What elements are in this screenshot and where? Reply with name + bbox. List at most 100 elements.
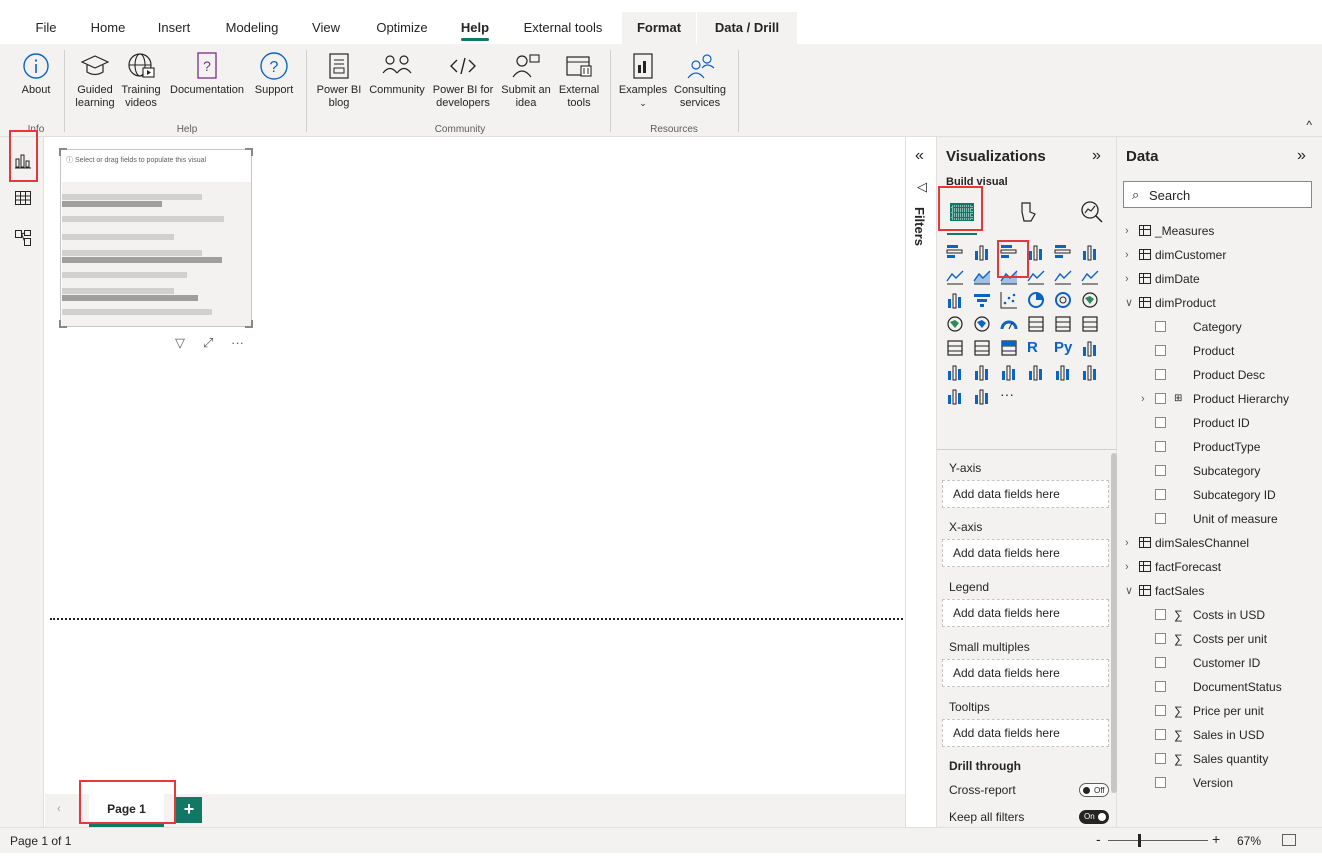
scatter-chart-icon[interactable] (1000, 291, 1018, 309)
developers-button[interactable]: Power BI for developers (430, 48, 496, 110)
x-axis-well[interactable]: Add data fields here (942, 539, 1109, 567)
field-checkbox[interactable] (1155, 657, 1166, 668)
small-multiples-well[interactable]: Add data fields here (942, 659, 1109, 687)
empty-visual-placeholder[interactable]: ⓘ Select or drag fields to populate this… (59, 148, 253, 328)
community-button[interactable]: Community (366, 48, 428, 97)
field-checkbox[interactable] (1155, 513, 1166, 524)
chevrons-icon[interactable] (973, 387, 991, 405)
build-visual-tab[interactable] (945, 195, 979, 229)
chevron-right-icon[interactable]: › (1125, 531, 1129, 555)
filter-icon[interactable]: ▽ (175, 335, 185, 351)
table-node[interactable]: ∨ dimProduct (1117, 291, 1322, 315)
line-clustered-column-icon[interactable] (1027, 267, 1045, 285)
field-row[interactable]: › ⊞ Product Hierarchy (1117, 387, 1322, 411)
matrix-icon[interactable] (1000, 339, 1018, 357)
table-node[interactable]: ∨ factSales (1117, 579, 1322, 603)
resize-handle[interactable] (245, 320, 253, 328)
field-row[interactable]: ProductType (1117, 435, 1322, 459)
qna-icon[interactable] (973, 363, 991, 381)
field-row[interactable]: Product (1117, 339, 1322, 363)
tab-home[interactable]: Home (84, 12, 132, 44)
more-visuals-icon[interactable]: ··· (1000, 387, 1018, 405)
external-tools-button[interactable]: External tools (556, 48, 602, 110)
field-checkbox[interactable] (1155, 777, 1166, 788)
area-chart-icon[interactable] (973, 267, 991, 285)
field-row[interactable]: ∑ Sales in USD (1117, 723, 1322, 747)
table-node[interactable]: › _Measures (1117, 219, 1322, 243)
field-row[interactable]: ∑ Sales quantity (1117, 747, 1322, 771)
field-row[interactable]: Customer ID (1117, 651, 1322, 675)
kpi-icon[interactable] (1081, 315, 1099, 333)
keep-all-filters-toggle[interactable]: On (1079, 810, 1109, 824)
field-checkbox[interactable] (1155, 465, 1166, 476)
decomposition-tree-icon[interactable] (946, 363, 964, 381)
ribbon-chart-icon[interactable] (1081, 267, 1099, 285)
about-button[interactable]: About (16, 48, 56, 97)
search-input[interactable]: ⌕ Search (1123, 181, 1312, 208)
field-row[interactable]: Product ID (1117, 411, 1322, 435)
waterfall-chart-icon[interactable] (946, 291, 964, 309)
tab-format[interactable]: Format (622, 12, 696, 44)
gauge-icon[interactable] (1000, 315, 1018, 333)
map-icon[interactable] (946, 315, 964, 333)
resize-handle[interactable] (59, 148, 67, 156)
slicer-icon[interactable] (946, 339, 964, 357)
field-row[interactable]: DocumentStatus (1117, 675, 1322, 699)
chevron-right-icon[interactable]: › (1125, 267, 1129, 291)
fit-to-page-icon[interactable] (1282, 834, 1296, 846)
field-row[interactable]: Version (1117, 771, 1322, 795)
stacked-bar-chart-icon[interactable] (946, 243, 964, 261)
tab-modeling[interactable]: Modeling (216, 12, 288, 44)
zoom-level[interactable]: 67% (1237, 834, 1261, 848)
field-checkbox[interactable] (1155, 489, 1166, 500)
collapse-ribbon-icon[interactable]: ^ (1306, 118, 1312, 132)
table-view-icon[interactable] (14, 189, 32, 207)
multi-row-card-icon[interactable] (1054, 315, 1072, 333)
table-node[interactable]: › factForecast (1117, 555, 1322, 579)
smart-narrative-icon[interactable] (1000, 363, 1018, 381)
add-page-button[interactable]: + (176, 797, 202, 823)
line-stacked-column-icon[interactable] (1054, 267, 1072, 285)
field-checkbox[interactable] (1155, 705, 1166, 716)
chevron-right-icon[interactable]: › (1125, 243, 1129, 267)
treemap-icon[interactable] (1081, 291, 1099, 309)
resize-handle[interactable] (59, 320, 67, 328)
paginated-report-icon[interactable] (1054, 363, 1072, 381)
chevron-right-icon[interactable]: › (1125, 219, 1129, 243)
field-row[interactable]: Product Desc (1117, 363, 1322, 387)
consulting-services-button[interactable]: Consulting services (670, 48, 730, 110)
focus-mode-icon[interactable]: ⤢ (203, 335, 213, 351)
tab-help[interactable]: Help (455, 12, 495, 44)
key-influencers-icon[interactable] (1081, 339, 1099, 357)
field-checkbox[interactable] (1155, 417, 1166, 428)
power-automate-icon[interactable] (946, 387, 964, 405)
100-stacked-column-chart-icon[interactable] (1081, 243, 1099, 261)
zoom-out-button[interactable]: - (1096, 831, 1101, 847)
field-row[interactable]: Category (1117, 315, 1322, 339)
page-tab[interactable]: Page 1 (89, 794, 164, 827)
table-node[interactable]: › dimCustomer (1117, 243, 1322, 267)
field-checkbox[interactable] (1155, 345, 1166, 356)
field-checkbox[interactable] (1155, 321, 1166, 332)
documentation-button[interactable]: ? Documentation (164, 48, 250, 97)
line-chart-icon[interactable] (946, 267, 964, 285)
field-row[interactable]: ∑ Costs per unit (1117, 627, 1322, 651)
filled-map-icon[interactable] (973, 315, 991, 333)
field-checkbox[interactable] (1155, 681, 1166, 692)
tab-insert[interactable]: Insert (148, 12, 200, 44)
power-apps-icon[interactable] (1081, 363, 1099, 381)
funnel-chart-icon[interactable] (973, 291, 991, 309)
report-view-icon[interactable] (14, 151, 32, 169)
tooltips-well[interactable]: Add data fields here (942, 719, 1109, 747)
stacked-column-chart-icon[interactable] (973, 243, 991, 261)
y-axis-well[interactable]: Add data fields here (942, 480, 1109, 508)
tab-file[interactable]: File (28, 12, 64, 44)
field-checkbox[interactable] (1155, 753, 1166, 764)
more-options-icon[interactable]: ··· (231, 335, 244, 350)
chevron-right-icon[interactable]: › (1141, 387, 1145, 411)
filters-label[interactable]: Filters (912, 207, 927, 246)
legend-well[interactable]: Add data fields here (942, 599, 1109, 627)
field-checkbox[interactable] (1155, 369, 1166, 380)
table-node[interactable]: › dimSalesChannel (1117, 531, 1322, 555)
examples-button[interactable]: Examples ⌄ (616, 48, 670, 110)
